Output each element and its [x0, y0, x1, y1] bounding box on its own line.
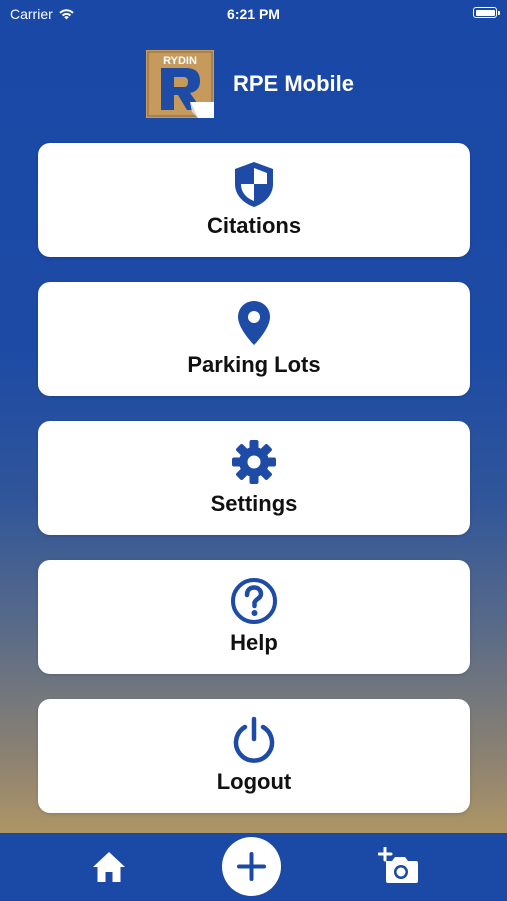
home-tab[interactable] — [91, 850, 127, 884]
rydin-logo: RYDIN — [146, 50, 214, 118]
add-photo-icon — [377, 846, 418, 883]
parking-lots-button[interactable]: Parking Lots — [38, 282, 470, 396]
parking-lots-label: Parking Lots — [187, 352, 321, 377]
status-bar: Carrier 6:21 PM — [0, 0, 507, 30]
settings-button[interactable]: Settings — [38, 421, 470, 535]
help-button[interactable]: Help — [38, 560, 470, 674]
logout-label: Logout — [216, 769, 292, 794]
add-photo-tab[interactable] — [377, 846, 420, 885]
main-menu: Citations Parking Lots Settings Help Log… — [38, 143, 470, 838]
settings-label: Settings — [210, 491, 298, 516]
app-title: RPE Mobile — [233, 71, 355, 96]
help-label: Help — [230, 630, 278, 655]
power-icon — [233, 716, 275, 763]
gear-icon — [232, 440, 276, 484]
help-circle-icon — [231, 578, 277, 624]
app-header: RYDIN RPE Mobile — [146, 50, 354, 118]
shield-icon — [235, 162, 273, 207]
home-icon — [93, 852, 125, 882]
battery-icon — [473, 7, 500, 18]
logo-text: RYDIN — [163, 55, 197, 67]
location-pin-icon — [238, 301, 270, 345]
logout-button[interactable]: Logout — [38, 699, 470, 813]
add-button[interactable] — [222, 837, 281, 896]
clock: 6:21 PM — [227, 6, 280, 22]
bottom-tab-bar — [0, 833, 507, 900]
add-icon — [237, 852, 266, 881]
citations-button[interactable]: Citations — [38, 143, 470, 257]
citations-label: Citations — [206, 213, 302, 238]
